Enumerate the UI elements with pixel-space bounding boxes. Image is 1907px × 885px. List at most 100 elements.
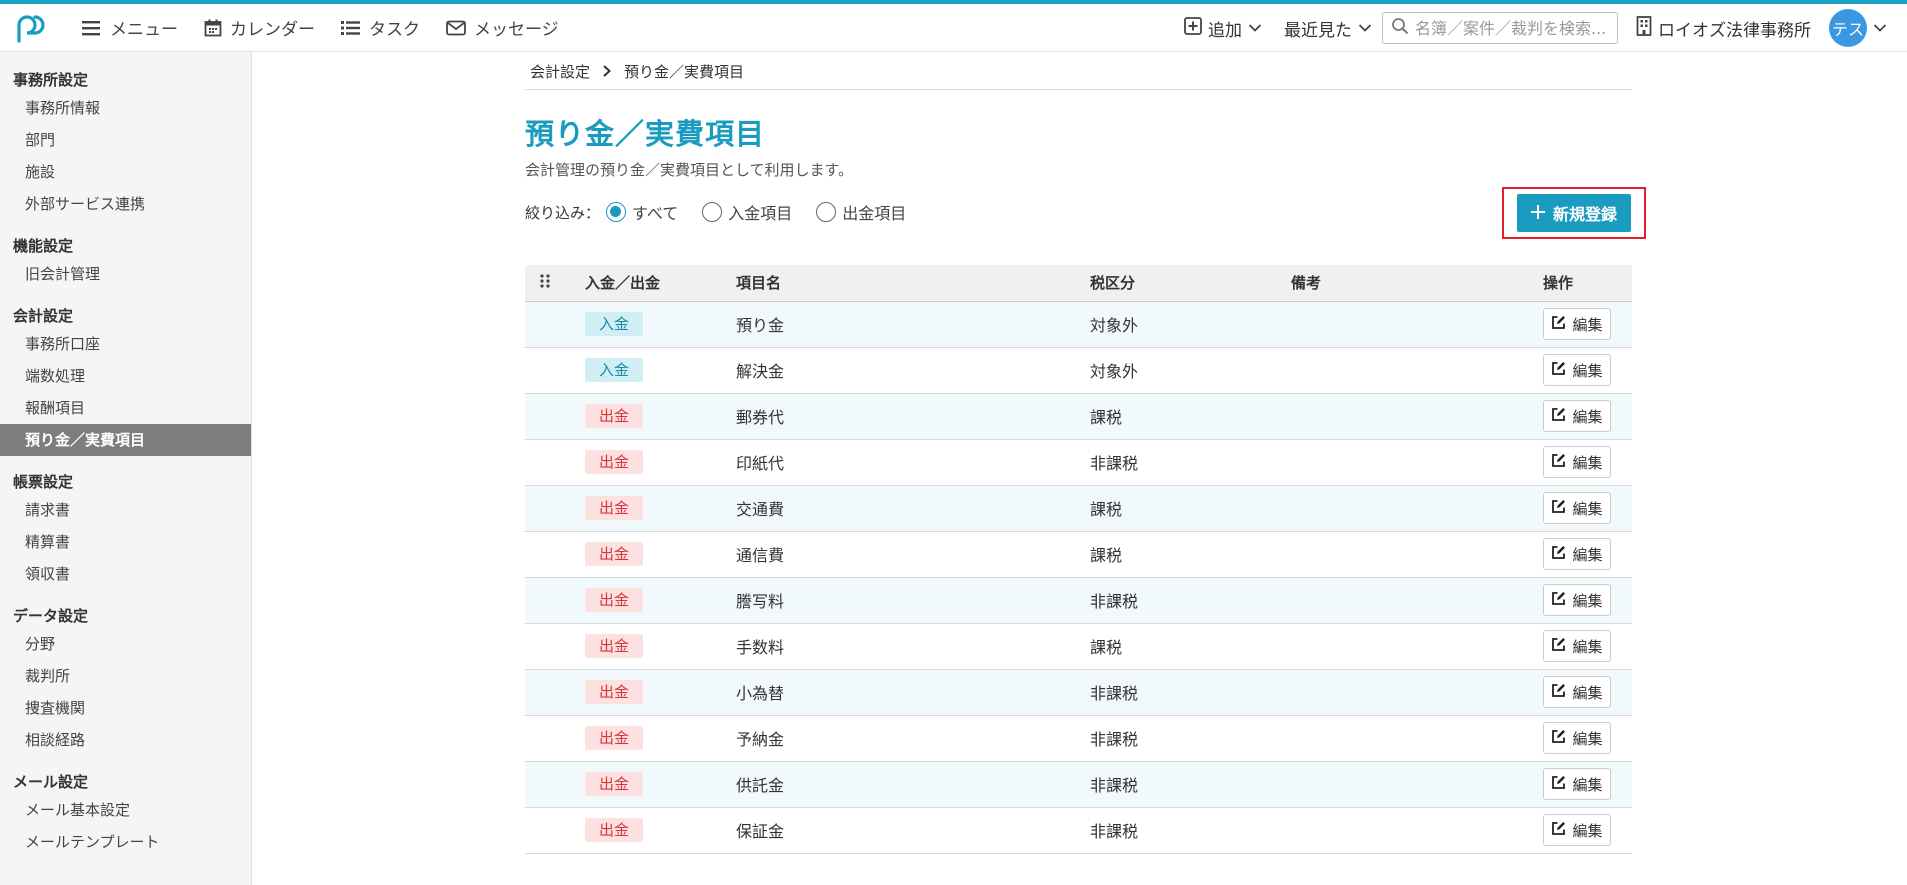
type-cell: 入金: [585, 347, 736, 393]
filter-radio-all[interactable]: すべて: [606, 200, 678, 224]
edit-button-label: 編集: [1572, 407, 1603, 426]
edit-button[interactable]: 編集: [1543, 722, 1611, 754]
table-row[interactable]: 入金 預り金 対象外 編集: [525, 301, 1632, 347]
drag-cell[interactable]: [525, 393, 585, 439]
nav-calendar[interactable]: カレンダー: [204, 15, 315, 40]
nav-message[interactable]: メッセージ: [446, 15, 559, 40]
item-name-cell: 交通費: [736, 500, 785, 519]
sidebar-item-mail-basic[interactable]: メール基本設定: [0, 794, 251, 826]
sidebar-item-deposit-expense-items[interactable]: 預り金／実費項目: [0, 424, 251, 456]
edit-button[interactable]: 編集: [1543, 400, 1611, 432]
filter-radio-label: 出金項目: [842, 204, 907, 223]
plus-icon: [1530, 204, 1545, 223]
add-menu[interactable]: 追加: [1184, 16, 1262, 41]
note-cell: [1291, 669, 1543, 715]
plus-square-icon: [1184, 16, 1202, 40]
action-cell: 編集: [1543, 807, 1632, 853]
office-switcher[interactable]: ロイオズ法律事務所: [1636, 15, 1811, 41]
edit-button[interactable]: 編集: [1543, 354, 1611, 386]
edit-button[interactable]: 編集: [1543, 446, 1611, 478]
edit-button-label: 編集: [1572, 361, 1603, 380]
sidebar-item-invoice[interactable]: 請求書: [0, 494, 251, 526]
item-name-cell: 小為替: [736, 684, 785, 703]
drag-cell[interactable]: [525, 715, 585, 761]
app-logo-icon[interactable]: [4, 4, 56, 52]
edit-button[interactable]: 編集: [1543, 308, 1611, 340]
drag-cell[interactable]: [525, 485, 585, 531]
sidebar-item-office-info[interactable]: 事務所情報: [0, 92, 251, 124]
sidebar-item-courts[interactable]: 裁判所: [0, 660, 251, 692]
table-row[interactable]: 出金 謄写料 非課税 編集: [525, 577, 1632, 623]
radio-checked-icon[interactable]: [606, 202, 627, 222]
sidebar-group-title: 機能設定: [13, 237, 74, 255]
nav-menu[interactable]: メニュー: [82, 15, 178, 40]
drag-cell[interactable]: [525, 669, 585, 715]
filter-radio-income[interactable]: 入金項目: [702, 200, 792, 224]
breadcrumb-link-accounting[interactable]: 会計設定: [530, 61, 590, 82]
sidebar-item-settlement[interactable]: 精算書: [0, 526, 251, 558]
sidebar-item-consultation-routes[interactable]: 相談経路: [0, 724, 251, 756]
table-row[interactable]: 出金 予納金 非課税 編集: [525, 715, 1632, 761]
table-row[interactable]: 出金 交通費 課税 編集: [525, 485, 1632, 531]
table-row[interactable]: 出金 郵券代 課税 編集: [525, 393, 1632, 439]
search-box[interactable]: [1382, 12, 1618, 44]
search-icon: [1391, 17, 1409, 39]
tax-cell: 非課税: [1090, 822, 1139, 841]
drag-cell[interactable]: [525, 347, 585, 393]
type-cell: 出金: [585, 531, 736, 577]
sidebar-item-fee-items[interactable]: 報酬項目: [0, 392, 251, 424]
drag-cell[interactable]: [525, 577, 585, 623]
sidebar-item-investigative-agencies[interactable]: 捜査機関: [0, 692, 251, 724]
edit-button[interactable]: 編集: [1543, 814, 1611, 846]
drag-cell[interactable]: [525, 531, 585, 577]
highlight-box: 新規登録: [1502, 187, 1646, 239]
item-name-cell: 供託金: [736, 776, 785, 795]
table-row[interactable]: 出金 手数料 課税 編集: [525, 623, 1632, 669]
edit-button[interactable]: 編集: [1543, 492, 1611, 524]
sidebar-item-office-accounts[interactable]: 事務所口座: [0, 328, 251, 360]
edit-button[interactable]: 編集: [1543, 768, 1611, 800]
sidebar-item-rounding[interactable]: 端数処理: [0, 360, 251, 392]
drag-cell[interactable]: [525, 761, 585, 807]
nav-task[interactable]: タスク: [341, 15, 420, 40]
action-cell: 編集: [1543, 715, 1632, 761]
edit-button[interactable]: 編集: [1543, 676, 1611, 708]
sidebar-item-fields[interactable]: 分野: [0, 628, 251, 660]
user-menu[interactable]: テス: [1829, 9, 1887, 47]
search-input[interactable]: [1415, 18, 1605, 38]
sidebar-item-mail-templates[interactable]: メールテンプレート: [0, 826, 251, 858]
table-row[interactable]: 入金 解決金 対象外 編集: [525, 347, 1632, 393]
sidebar-item-receipt[interactable]: 領収書: [0, 558, 251, 590]
settings-sidebar: 事務所設定 事務所情報 部門 施設 外部サービス連携 機能設定 旧会計管理 会計…: [0, 52, 252, 885]
table-row[interactable]: 出金 印紙代 非課税 編集: [525, 439, 1632, 485]
sidebar-item-facilities[interactable]: 施設: [0, 156, 251, 188]
edit-button[interactable]: 編集: [1543, 538, 1611, 570]
edit-button[interactable]: 編集: [1543, 630, 1611, 662]
radio-unchecked-icon[interactable]: [702, 202, 723, 222]
table-row[interactable]: 出金 保証金 非課税 編集: [525, 807, 1632, 853]
sidebar-item-departments[interactable]: 部門: [0, 124, 251, 156]
drag-cell[interactable]: [525, 439, 585, 485]
table-row[interactable]: 出金 供託金 非課税 編集: [525, 761, 1632, 807]
sidebar-item-external-services[interactable]: 外部サービス連携: [0, 188, 251, 220]
tax-cell: 課税: [1090, 546, 1123, 565]
drag-cell[interactable]: [525, 301, 585, 347]
sidebar-group-title: メール設定: [13, 773, 89, 791]
table-row[interactable]: 出金 通信費 課税 編集: [525, 531, 1632, 577]
drag-cell[interactable]: [525, 807, 585, 853]
radio-unchecked-icon[interactable]: [816, 202, 837, 222]
drag-cell[interactable]: [525, 623, 585, 669]
table-row[interactable]: 出金 小為替 非課税 編集: [525, 669, 1632, 715]
edit-button-label: 編集: [1572, 637, 1603, 656]
edit-button-label: 編集: [1572, 453, 1603, 472]
sidebar-item-legacy-accounting[interactable]: 旧会計管理: [0, 258, 251, 290]
table-header-row: 入金／出金 項目名 税区分 備考 操作: [525, 265, 1632, 301]
tax-cell: 課税: [1090, 500, 1123, 519]
recent-menu[interactable]: 最近見た: [1284, 16, 1372, 41]
edit-button[interactable]: 編集: [1543, 584, 1611, 616]
new-item-button[interactable]: 新規登録: [1517, 194, 1631, 232]
edit-icon: [1551, 315, 1566, 334]
type-badge: 出金: [585, 404, 643, 428]
note-cell: [1291, 715, 1543, 761]
filter-radio-expense[interactable]: 出金項目: [816, 200, 906, 224]
